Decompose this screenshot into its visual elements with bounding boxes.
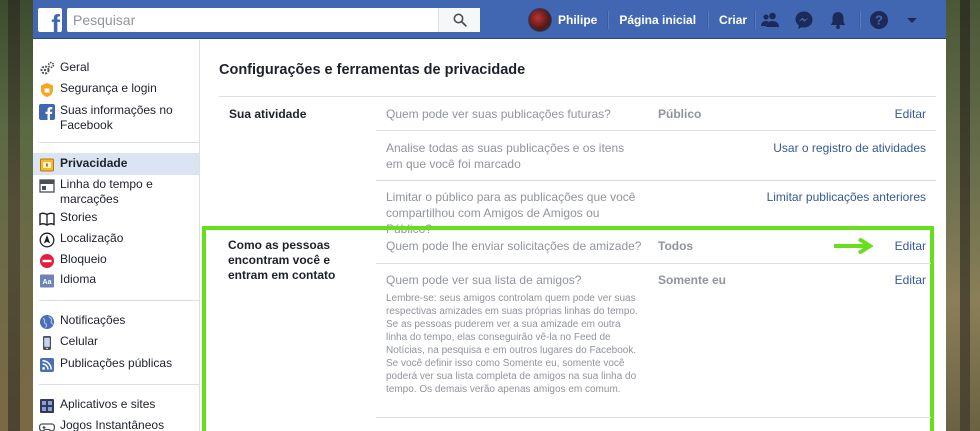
sidebar-item-label: Celular [60,334,99,348]
sidebar-item-public-posts[interactable]: Publicações públicas [33,356,199,373]
settings-sidebar: Geral Segurança e login Suas informações… [33,40,200,431]
sidebar-item-notifications[interactable]: Notificações [33,313,199,330]
create-link[interactable]: Criar [708,13,758,27]
setting-question: Analise todas as suas publicações e os i… [386,141,625,171]
section-divider [219,96,936,97]
search-box [67,8,480,32]
top-nav-links: Philipe Página inicial Criar [528,0,758,39]
messenger-icon[interactable] [794,10,814,30]
sidebar-item-your-information[interactable]: Suas informações no Facebook [33,103,199,133]
sidebar-item-label: Jogos Instantâneos [60,418,165,431]
sidebar-item-instant-games[interactable]: Jogos Instantâneos [33,418,199,431]
row-divider [376,180,936,181]
block-icon [39,253,55,269]
search-input[interactable] [67,8,439,32]
row-divider [376,263,931,264]
sidebar-item-label: Suas informações no Facebook [60,103,173,132]
sidebar-item-privacy[interactable]: Privacidade [33,153,199,175]
section-title-your-activity: Sua atividade [229,107,307,121]
sidebar-item-label: Linha do tempo e marcações [60,177,153,206]
sidebar-item-mobile[interactable]: Celular [33,334,199,351]
gear-icon [39,61,55,77]
arrow-annotation-icon [834,238,873,254]
shield-icon [39,82,55,98]
sidebar-item-label: Privacidade [60,156,128,170]
home-link[interactable]: Página inicial [608,13,707,27]
sidebar-item-label: Bloqueio [60,252,107,266]
sidebar-item-label: Localização [60,231,124,245]
globe-icon [39,314,55,330]
desktop-background-right [946,0,980,431]
setting-question: Quem pode ver suas publicações futuras? [386,107,611,121]
timeline-icon [39,178,55,194]
search-icon [453,13,467,27]
nav-divider [754,11,755,29]
account-menu-icon[interactable] [902,10,922,30]
sidebar-item-label: Publicações públicas [60,356,173,370]
sidebar-item-label: Geral [60,60,90,74]
friends-list-note: Lembre-se: seus amigos controlam quem po… [386,293,638,395]
gamepad-icon [39,419,55,431]
rss-icon [39,357,55,373]
limit-past-posts-link[interactable]: Limitar publicações anteriores [767,190,926,204]
sidebar-item-location[interactable]: Localização [33,231,199,248]
svg-text:?: ? [875,13,883,28]
sidebar-divider [39,384,199,385]
sidebar-item-language[interactable]: Aa Idioma [33,272,199,289]
profile-link[interactable]: Philipe [528,0,607,39]
nav-divider [707,10,709,29]
top-nav-icons: ? [754,0,946,39]
row-divider [376,417,931,418]
desktop-background-left [0,0,33,431]
sidebar-divider [39,300,199,301]
browser-window: f Philipe Página inicial Criar [33,0,946,431]
sidebar-item-label: Segurança e login [60,81,157,95]
page-title: Configurações e ferramentas de privacida… [219,62,526,78]
setting-value: Somente eu [658,273,727,287]
sidebar-item-general[interactable]: Geral [33,60,199,77]
setting-value: Todos [658,239,694,253]
sidebar-item-label: Notificações [60,313,126,327]
lock-icon [39,157,55,173]
facebook-logo-icon[interactable]: f [38,8,62,32]
sidebar-item-apps-websites[interactable]: Aplicativos e sites [33,397,199,414]
sidebar-item-security[interactable]: Segurança e login [33,81,199,98]
sidebar-item-label: Idioma [60,272,97,286]
facebook-icon [39,104,55,120]
friends-icon[interactable] [760,10,780,30]
setting-value: Público [658,107,702,121]
sidebar-item-stories[interactable]: Stories [33,210,199,227]
language-icon: Aa [39,273,55,289]
profile-name: Philipe [558,12,598,27]
sidebar-divider [39,142,199,143]
apps-icon [39,398,55,414]
setting-question: Quem pode lhe enviar solicitações de ami… [386,239,642,253]
setting-question: Quem pode ver sua lista de amigos? [386,273,582,287]
section-title-how-people-find-you: Como as pessoas encontram você e entram … [228,238,336,282]
facebook-top-bar: f Philipe Página inicial Criar [33,0,946,39]
row-divider [376,130,936,131]
avatar [528,7,552,32]
location-icon [39,232,55,248]
sidebar-item-label: Stories [60,210,98,224]
sidebar-item-timeline[interactable]: Linha do tempo e marcações [33,177,199,207]
scrollbar-track[interactable] [938,40,946,431]
nav-divider [607,10,609,29]
privacy-settings-panel: Configurações e ferramentas de privacida… [201,40,946,431]
book-icon [39,211,55,227]
edit-future-posts-link[interactable]: Editar [895,107,926,121]
phone-icon [39,335,55,351]
help-icon[interactable]: ? [869,10,889,30]
svg-text:Aa: Aa [43,279,52,286]
edit-friend-requests-link[interactable]: Editar [895,239,926,253]
edit-friends-list-link[interactable]: Editar [895,273,926,287]
search-button[interactable] [438,8,480,32]
nav-divider [859,11,860,29]
sidebar-item-blocking[interactable]: Bloqueio [33,252,199,269]
activity-log-link[interactable]: Usar o registro de atividades [773,141,926,155]
sidebar-item-label: Aplicativos e sites [60,397,156,411]
notifications-icon[interactable] [828,10,848,30]
